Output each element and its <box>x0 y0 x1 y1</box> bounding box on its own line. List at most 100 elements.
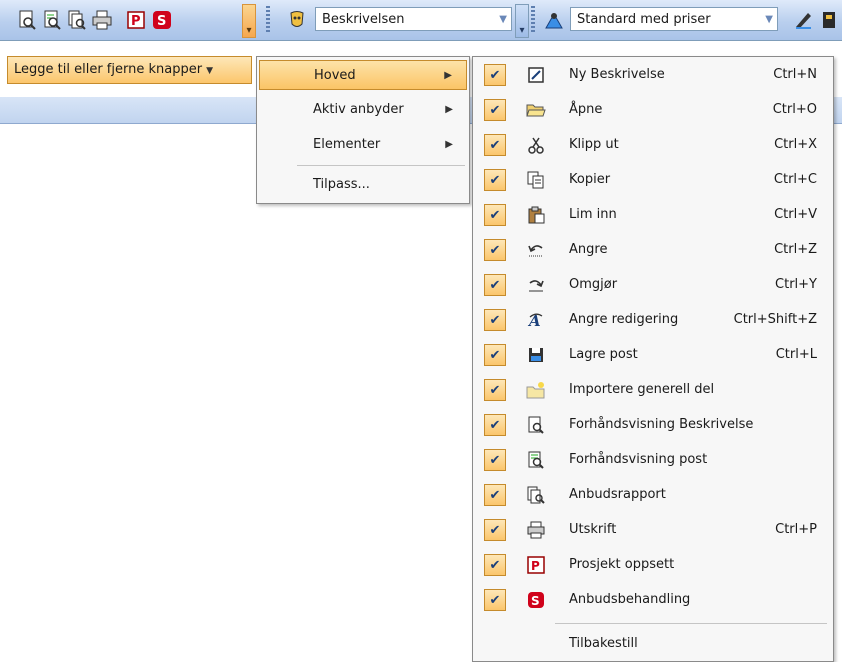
menu-item-angre[interactable]: ✔ Angre Ctrl+Z <box>473 235 833 265</box>
mask-icon[interactable] <box>286 9 308 31</box>
menu-item-kopier[interactable]: ✔ Kopier Ctrl+C <box>473 165 833 195</box>
menu-item-label: Kopier <box>569 172 611 187</box>
toolbar-grip[interactable] <box>266 6 270 34</box>
menu-item-importere-generell-del[interactable]: ✔ Importere generell del <box>473 375 833 405</box>
menu-item-label: Hoved <box>314 68 356 83</box>
tender-handling-icon: S <box>526 590 546 610</box>
menu-item-shortcut: Ctrl+L <box>775 347 817 362</box>
toolbar-overflow-button-2[interactable]: ▾ <box>515 4 529 38</box>
chevron-down-icon[interactable]: ▼ <box>499 8 507 32</box>
svg-text:S: S <box>157 14 166 29</box>
description-combo[interactable]: Beskrivelsen ▼ <box>315 7 512 31</box>
menu-item-label: Lim inn <box>569 207 617 222</box>
menu-item-label: Åpne <box>569 102 603 117</box>
svg-text:P: P <box>131 14 141 29</box>
report-icon[interactable] <box>66 9 88 31</box>
preview-post-icon <box>526 450 546 470</box>
toolbar-overflow-button[interactable]: ▾ <box>242 4 256 38</box>
redo-icon <box>526 275 546 295</box>
menu-item-shortcut: Ctrl+N <box>773 67 817 82</box>
chevron-right-icon: ▶ <box>445 139 453 150</box>
menu-item-shortcut: Ctrl+Y <box>775 277 817 292</box>
printer-icon[interactable] <box>91 9 113 31</box>
checkbox[interactable]: ✔ <box>484 274 506 296</box>
checkmark-icon: ✔ <box>489 557 501 573</box>
menu-item-label: Forhåndsvisning post <box>569 452 708 467</box>
paste-icon <box>526 205 546 225</box>
checkbox[interactable]: ✔ <box>484 134 506 156</box>
book-icon[interactable] <box>820 9 838 31</box>
checkbox[interactable]: ✔ <box>484 449 506 471</box>
checkbox[interactable]: ✔ <box>484 309 506 331</box>
checkmark-icon: ✔ <box>489 592 501 608</box>
preview-description-icon <box>526 415 546 435</box>
scissors-icon <box>526 135 546 155</box>
copy-icon <box>526 170 546 190</box>
checkbox[interactable]: ✔ <box>484 64 506 86</box>
checkbox[interactable]: ✔ <box>484 344 506 366</box>
menu-item-label: Utskrift <box>569 522 617 537</box>
add-remove-buttons-item[interactable]: Legge til eller fjerne knapper ▼ <box>7 56 252 84</box>
checkbox[interactable]: ✔ <box>484 239 506 261</box>
project-setup-icon[interactable]: P <box>125 9 147 31</box>
menu-separator <box>555 623 827 624</box>
checkmark-icon: ✔ <box>489 242 501 258</box>
checkmark-icon: ✔ <box>489 347 501 363</box>
svg-text:P: P <box>531 559 540 573</box>
checkbox[interactable]: ✔ <box>484 484 506 506</box>
chevron-down-icon: ▾ <box>519 25 525 36</box>
checkmark-icon: ✔ <box>489 312 501 328</box>
menu-item-label: Elementer <box>313 137 381 152</box>
menu-item-shortcut: Ctrl+C <box>773 172 817 187</box>
checkmark-icon: ✔ <box>489 277 501 293</box>
menu-item-label: Lagre post <box>569 347 638 362</box>
checkbox[interactable]: ✔ <box>484 379 506 401</box>
checkmark-icon: ✔ <box>489 417 501 433</box>
chevron-right-icon: ▶ <box>445 104 453 115</box>
checkmark-icon: ✔ <box>489 522 501 538</box>
menu-item-lagre-post[interactable]: ✔ Lagre post Ctrl+L <box>473 340 833 370</box>
menu-item-shortcut: Ctrl+O <box>772 102 817 117</box>
menu-item-angre-redigering[interactable]: ✔ A Angre redigering Ctrl+Shift+Z <box>473 305 833 335</box>
toolbar: P S ▾ Beskrivelsen ▼ ▾ Standard med pris… <box>0 0 842 41</box>
chevron-down-icon: ▼ <box>206 66 213 76</box>
menu-item-lim-inn[interactable]: ✔ Lim inn Ctrl+V <box>473 200 833 230</box>
menu-item-tilpass[interactable]: Tilpass... <box>259 170 467 200</box>
pencil-tool-icon[interactable] <box>792 9 814 31</box>
price-tool-icon[interactable] <box>543 9 565 31</box>
menu-item-hoved[interactable]: Hoved ▶ <box>259 60 467 90</box>
menu-item-utskrift[interactable]: ✔ Utskrift Ctrl+P <box>473 515 833 545</box>
price-mode-combo[interactable]: Standard med priser ▼ <box>570 7 778 31</box>
checkbox[interactable]: ✔ <box>484 519 506 541</box>
menu-item-forhåndsvisning-post[interactable]: ✔ Forhåndsvisning post <box>473 445 833 475</box>
hoved-buttons-menu: ✔ Ny Beskrivelse Ctrl+N ✔ Åpne Ctrl+O ✔ Klipp u… <box>472 56 834 662</box>
preview-description-icon[interactable] <box>16 9 38 31</box>
price-mode-combo-value: Standard med priser <box>577 12 711 27</box>
menu-item-omgjør[interactable]: ✔ Omgjør Ctrl+Y <box>473 270 833 300</box>
tender-handling-icon[interactable]: S <box>151 9 173 31</box>
checkmark-icon: ✔ <box>489 382 501 398</box>
menu-item-klipp-ut[interactable]: ✔ Klipp ut Ctrl+X <box>473 130 833 160</box>
checkmark-icon: ✔ <box>489 67 501 83</box>
menu-item-prosjekt-oppsett[interactable]: ✔ P Prosjekt oppsett <box>473 550 833 580</box>
menu-item-elementer[interactable]: Elementer ▶ <box>259 130 467 160</box>
checkbox[interactable]: ✔ <box>484 169 506 191</box>
menu-item-åpne[interactable]: ✔ Åpne Ctrl+O <box>473 95 833 125</box>
menu-item-aktiv-anbyder[interactable]: Aktiv anbyder ▶ <box>259 95 467 125</box>
menu-item-anbudsbehandling[interactable]: ✔ S Anbudsbehandling <box>473 585 833 615</box>
chevron-down-icon[interactable]: ▼ <box>765 8 773 32</box>
checkbox[interactable]: ✔ <box>484 554 506 576</box>
checkbox[interactable]: ✔ <box>484 589 506 611</box>
menu-item-label: Tilpass... <box>313 177 370 192</box>
reset-menu-item[interactable]: Tilbakestill <box>569 629 638 659</box>
toolbar-submenu: Hoved ▶ Aktiv anbyder ▶ Elementer ▶ Tilp… <box>256 56 470 204</box>
menu-item-forhåndsvisning-beskrivelse[interactable]: ✔ Forhåndsvisning Beskrivelse <box>473 410 833 440</box>
checkbox[interactable]: ✔ <box>484 414 506 436</box>
revert-edit-icon: A <box>526 310 546 330</box>
preview-post-icon[interactable] <box>41 9 63 31</box>
menu-item-ny-beskrivelse[interactable]: ✔ Ny Beskrivelse Ctrl+N <box>473 60 833 90</box>
toolbar-grip-2[interactable] <box>531 6 535 34</box>
checkbox[interactable]: ✔ <box>484 99 506 121</box>
checkbox[interactable]: ✔ <box>484 204 506 226</box>
menu-item-anbudsrapport[interactable]: ✔ Anbudsrapport <box>473 480 833 510</box>
